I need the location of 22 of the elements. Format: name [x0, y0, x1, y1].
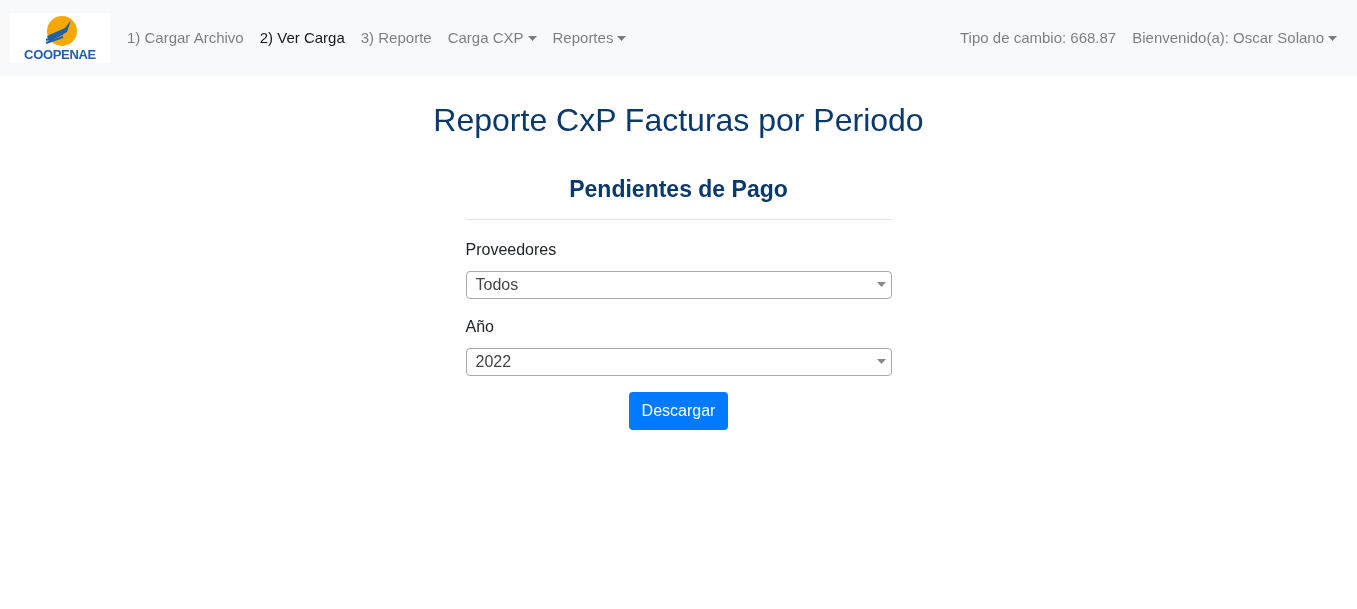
- caret-icon: [617, 35, 627, 41]
- user-menu[interactable]: Bienvenido(a): Oscar Solano: [1132, 26, 1337, 50]
- nav-link[interactable]: 1) Cargar Archivo: [127, 26, 244, 50]
- page-title: Reporte CxP Facturas por Periodo: [432, 101, 925, 140]
- caret-icon: [527, 35, 537, 41]
- form-title: Pendientes de Pago: [465, 172, 892, 220]
- logo-text: COOPENAE: [24, 47, 96, 61]
- caret-icon: [876, 359, 886, 364]
- nav-link[interactable]: 3) Reporte: [360, 26, 432, 50]
- caret-icon: [876, 282, 886, 287]
- exchange-rate: Tipo de cambio: 668.87: [960, 27, 1117, 48]
- field-label: Año: [465, 316, 495, 337]
- nav-dropdown[interactable]: Carga CXP: [447, 26, 537, 50]
- download-button[interactable]: Descargar: [628, 391, 729, 430]
- field-label: Proveedores: [465, 239, 558, 260]
- nav-link[interactable]: 2) Ver Carga: [259, 26, 345, 50]
- caret-icon: [1328, 35, 1337, 41]
- nav-dropdown[interactable]: Reportes: [552, 26, 627, 50]
- logo[interactable]: COOPENAE: [10, 13, 110, 63]
- select-field[interactable]: 2022: [465, 347, 892, 376]
- select-field[interactable]: Todos: [465, 270, 892, 299]
- logo-icon: [43, 15, 77, 48]
